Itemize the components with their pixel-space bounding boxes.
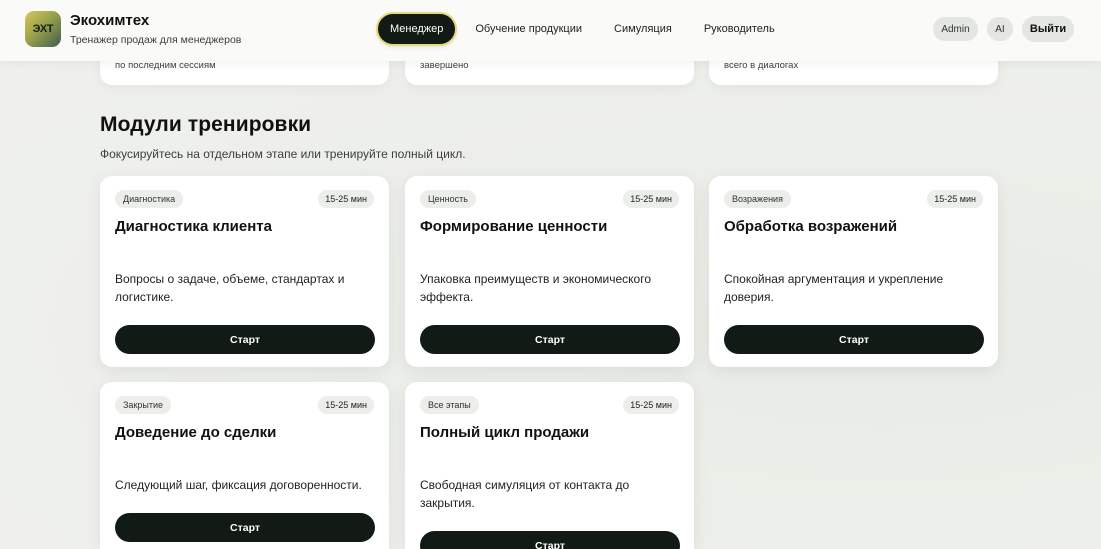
section-title: Модули тренировки: [100, 113, 312, 136]
top-header: ЭХТ Экохимтех Тренажер продаж для менедж…: [0, 0, 1101, 61]
module-card-diagnostics: Диагностика 15-25 мин Диагностика клиент…: [100, 176, 389, 367]
brand-title: Экохимтех: [70, 12, 150, 29]
nav-tab-supervisor[interactable]: Руководитель: [688, 14, 791, 44]
module-tag: Возражения: [724, 190, 791, 208]
module-duration: 15-25 мин: [927, 190, 983, 208]
module-description: Спокойная аргументация и укрепление дове…: [724, 272, 944, 304]
brand-subtitle: Тренажер продаж для менеджеров: [70, 34, 242, 46]
module-card-objections: Возражения 15-25 мин Обработка возражени…: [709, 176, 998, 367]
start-button[interactable]: Старт: [115, 325, 375, 354]
module-title: Полный цикл продажи: [420, 424, 590, 441]
main-nav: Менеджер Обучение продукции Симуляция Ру…: [378, 14, 791, 44]
module-tag: Ценность: [420, 190, 476, 208]
brand-logo[interactable]: ЭХТ: [25, 11, 61, 47]
ai-badge[interactable]: AI: [987, 17, 1013, 41]
start-button[interactable]: Старт: [420, 531, 680, 549]
start-button[interactable]: Старт: [115, 513, 375, 542]
stat-caption: завершено: [420, 60, 469, 71]
section-subtitle: Фокусируйтесь на отдельном этапе или тре…: [100, 147, 466, 161]
logout-button[interactable]: Выйти: [1022, 16, 1074, 42]
module-title: Обработка возражений: [724, 218, 898, 235]
module-duration: 15-25 мин: [623, 396, 679, 414]
module-tag: Диагностика: [115, 190, 184, 208]
module-tag: Закрытие: [115, 396, 172, 414]
stat-caption: по последним сессиям: [115, 60, 216, 71]
module-title: Доведение до сделки: [115, 424, 277, 441]
module-card-closing: Закрытие 15-25 мин Доведение до сделки С…: [100, 382, 389, 549]
module-title: Формирование ценности: [420, 218, 608, 235]
start-button[interactable]: Старт: [724, 325, 984, 354]
module-description: Упаковка преимуществ и экономического эф…: [420, 272, 652, 304]
nav-tab-manager[interactable]: Менеджер: [378, 14, 456, 44]
stat-caption: всего в диалогах: [724, 60, 799, 71]
module-duration: 15-25 мин: [318, 396, 374, 414]
module-duration: 15-25 мин: [318, 190, 374, 208]
module-card-full-cycle: Все этапы 15-25 мин Полный цикл продажи …: [405, 382, 694, 549]
nav-tab-product-training[interactable]: Обучение продукции: [459, 14, 598, 44]
nav-tab-simulation[interactable]: Симуляция: [598, 14, 688, 44]
module-description: Свободная симуляция от контакта до закры…: [420, 478, 630, 510]
module-duration: 15-25 мин: [623, 190, 679, 208]
module-tag: Все этапы: [420, 396, 479, 414]
module-title: Диагностика клиента: [115, 218, 272, 235]
module-card-value: Ценность 15-25 мин Формирование ценности…: [405, 176, 694, 367]
admin-badge[interactable]: Admin: [933, 17, 978, 41]
module-description: Вопросы о задаче, объеме, стандартах и л…: [115, 272, 345, 304]
start-button[interactable]: Старт: [420, 325, 680, 354]
module-description: Следующий шаг, фиксация договоренности.: [115, 478, 362, 492]
